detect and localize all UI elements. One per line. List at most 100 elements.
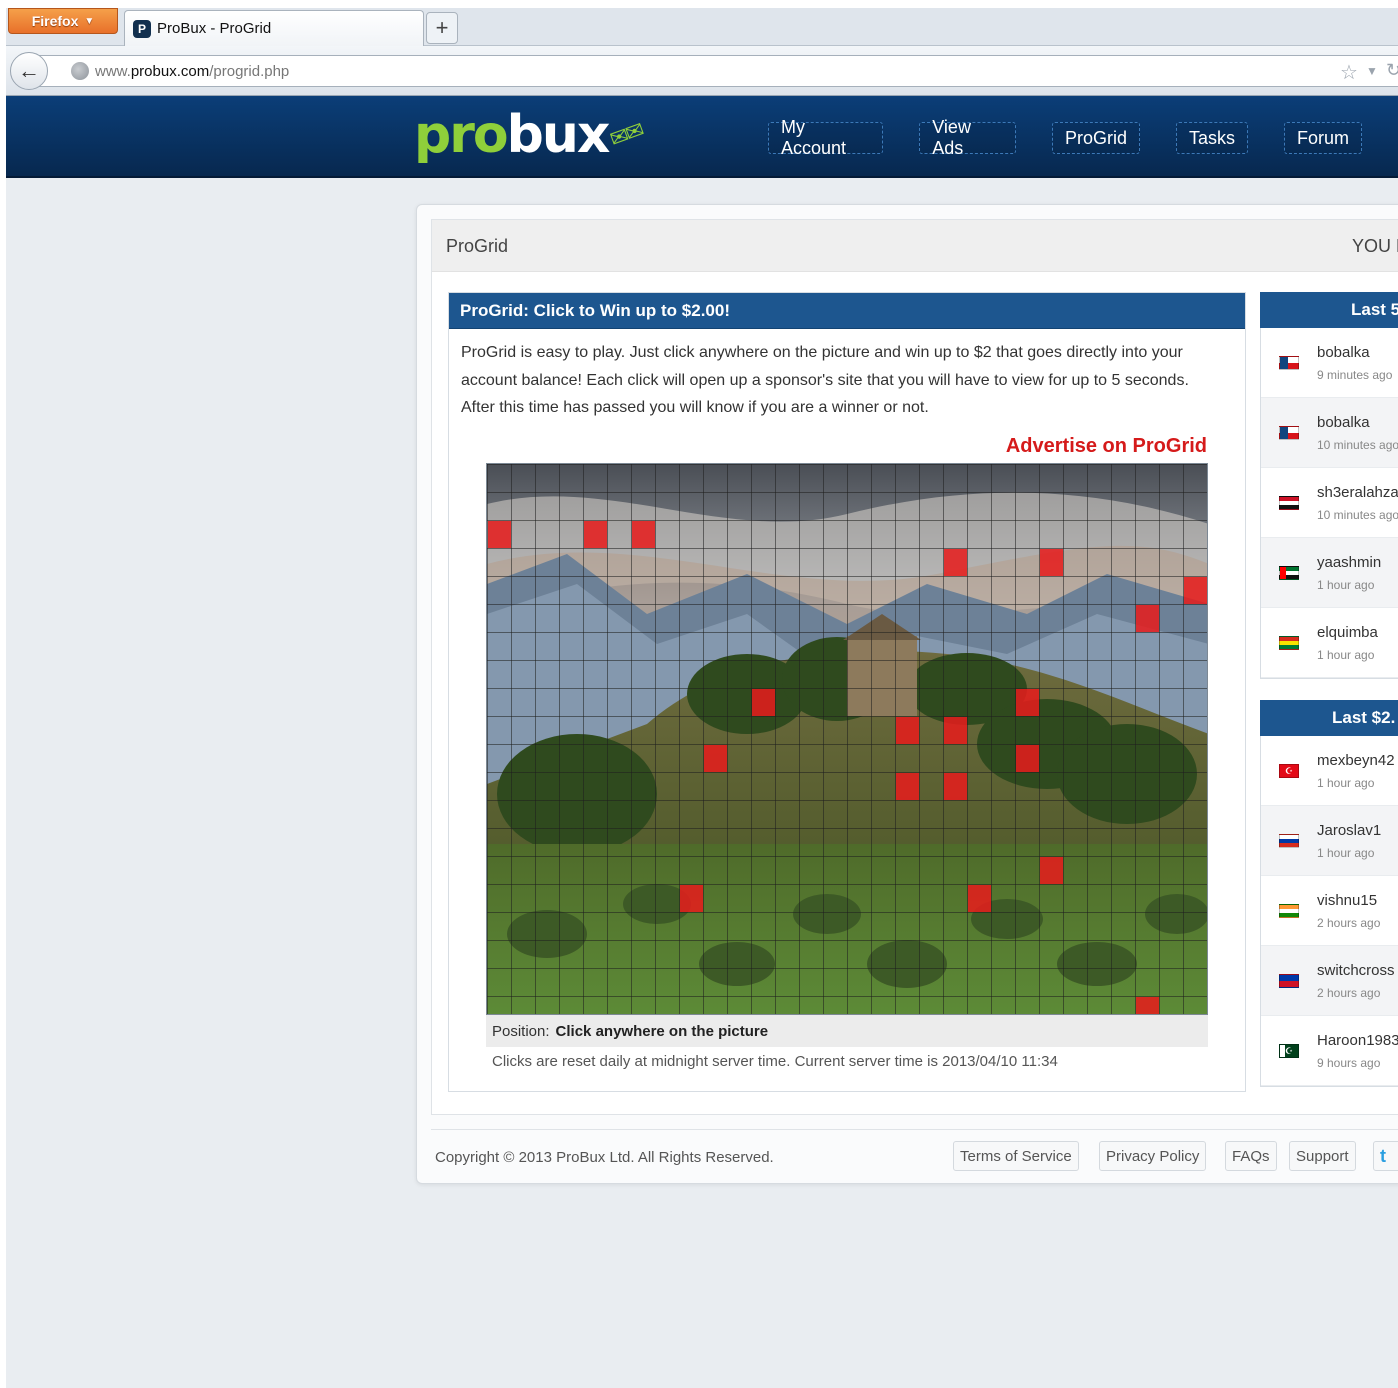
list-item: vishnu15 2 hours ago bbox=[1261, 876, 1398, 946]
bookmark-star-icon[interactable]: ☆ bbox=[1340, 60, 1358, 85]
clicked-grid-cell bbox=[680, 885, 703, 912]
winner-username[interactable]: vishnu15 bbox=[1317, 892, 1377, 909]
tab-bar: Firefox ▼ P ProBux - ProGrid + bbox=[6, 8, 1398, 46]
winner-username[interactable]: Jaroslav1 bbox=[1317, 822, 1381, 839]
globe-icon bbox=[71, 62, 89, 80]
flag-cz-icon bbox=[1279, 356, 1299, 370]
nav-forum[interactable]: Forum bbox=[1283, 122, 1362, 154]
clicked-grid-cell bbox=[896, 717, 919, 744]
twitter-icon[interactable]: t bbox=[1373, 1141, 1398, 1171]
page-title: ProGrid bbox=[446, 236, 509, 256]
new-tab-button[interactable]: + bbox=[426, 12, 458, 44]
flag-eg-icon bbox=[1279, 496, 1299, 510]
flag-bo-icon bbox=[1279, 636, 1299, 650]
list-item: bobalka 9 minutes ago bbox=[1261, 328, 1398, 398]
flag-ru-icon bbox=[1279, 834, 1299, 848]
winner-time: 9 minutes ago bbox=[1317, 368, 1393, 382]
firefox-menu-button[interactable]: Firefox ▼ bbox=[8, 8, 118, 34]
winner-username[interactable]: sh3eralahza bbox=[1317, 484, 1398, 501]
clicked-grid-cell bbox=[1136, 605, 1159, 632]
firefox-menu-label: Firefox bbox=[31, 13, 79, 29]
clicked-grid-cell bbox=[944, 717, 967, 744]
winners-sidebar: Last 5 bobalka 9 minutes ago bobalka 10 … bbox=[1260, 292, 1398, 1090]
last-2-winners-heading: Last $2. bbox=[1260, 700, 1398, 736]
winner-time: 2 hours ago bbox=[1317, 986, 1381, 1000]
flag-pk-icon: ☪ bbox=[1279, 1044, 1299, 1058]
last-winners-heading: Last 5 bbox=[1260, 292, 1398, 328]
main-nav: My Account View Ads ProGrid Tasks Forum bbox=[768, 117, 1398, 158]
tab-title: ProBux - ProGrid bbox=[157, 20, 272, 37]
clicks-reset-note: Clicks are reset daily at midnight serve… bbox=[492, 1053, 1058, 1070]
url-field[interactable]: www. probux.com/progrid.php bbox=[36, 55, 1398, 87]
winner-time: 1 hour ago bbox=[1317, 648, 1375, 662]
browser-window: Firefox ▼ P ProBux - ProGrid + www. probu… bbox=[6, 8, 1398, 1388]
flag-tr-icon: ☪ bbox=[1279, 764, 1299, 778]
back-button[interactable]: ← bbox=[10, 52, 48, 90]
flag-ae-icon bbox=[1279, 566, 1299, 580]
probux-logo[interactable]: pro bux ✉✉ bbox=[414, 104, 647, 166]
list-item: Jaroslav1 1 hour ago bbox=[1261, 806, 1398, 876]
clicked-grid-cell bbox=[1016, 745, 1039, 772]
advertise-on-progrid-link[interactable]: Advertise on ProGrid bbox=[449, 435, 1207, 458]
winner-time: 10 minutes ago bbox=[1317, 438, 1398, 452]
navigation-toolbar: www. probux.com/progrid.php ← ☆ ▼ ↻ bbox=[6, 46, 1398, 96]
winner-username[interactable]: switchcross bbox=[1317, 962, 1395, 979]
clicked-grid-cell bbox=[896, 773, 919, 800]
winner-time: 2 hours ago bbox=[1317, 916, 1381, 930]
support-link[interactable]: Support bbox=[1289, 1141, 1356, 1171]
flag-in-icon bbox=[1279, 904, 1299, 918]
terms-of-service-link[interactable]: Terms of Service bbox=[953, 1141, 1079, 1171]
flag-cz-icon bbox=[1279, 426, 1299, 440]
winner-time: 1 hour ago bbox=[1317, 578, 1375, 592]
footer-divider bbox=[431, 1129, 1398, 1130]
list-item: yaashmin 1 hour ago bbox=[1261, 538, 1398, 608]
url-history-dropdown-icon[interactable]: ▼ bbox=[1366, 64, 1378, 78]
nav-tasks[interactable]: Tasks bbox=[1175, 122, 1248, 154]
browser-tab[interactable]: P ProBux - ProGrid bbox=[124, 10, 424, 46]
money-bills-icon: ✉✉ bbox=[607, 117, 647, 153]
winner-time: 1 hour ago bbox=[1317, 846, 1375, 860]
winner-username[interactable]: bobalka bbox=[1317, 344, 1370, 361]
list-item: ☪ mexbeyn42 1 hour ago bbox=[1261, 736, 1398, 806]
copyright-text: Copyright © 2013 ProBux Ltd. All Rights … bbox=[435, 1149, 774, 1166]
faqs-link[interactable]: FAQs bbox=[1225, 1141, 1277, 1171]
nav-view-ads[interactable]: View Ads bbox=[919, 117, 1016, 158]
nav-my-account[interactable]: My Account bbox=[768, 117, 884, 158]
clicked-grid-cell bbox=[944, 773, 967, 800]
reload-icon[interactable]: ↻ bbox=[1386, 60, 1398, 81]
clicked-grid-cell bbox=[584, 521, 607, 548]
winner-username[interactable]: Haroon1983 bbox=[1317, 1032, 1398, 1049]
winner-username[interactable]: mexbeyn42 bbox=[1317, 752, 1395, 769]
nav-progrid[interactable]: ProGrid bbox=[1051, 122, 1140, 154]
last-2-winners-list: ☪ mexbeyn42 1 hour ago Jaroslav1 1 hour … bbox=[1260, 736, 1398, 1087]
site-header: pro bux ✉✉ My Account View Ads ProGrid Tas… bbox=[6, 96, 1398, 178]
clicked-grid-cell bbox=[1040, 857, 1063, 884]
progrid-description: ProGrid is easy to play. Just click anyw… bbox=[461, 339, 1241, 422]
last-winners-list: bobalka 9 minutes ago bobalka 10 minutes… bbox=[1260, 328, 1398, 679]
winner-username[interactable]: yaashmin bbox=[1317, 554, 1381, 571]
list-item: elquimba 1 hour ago bbox=[1261, 608, 1398, 678]
progrid-box: ProGrid: Click to Win up to $2.00! ProGr… bbox=[448, 292, 1246, 1092]
clicked-grid-cell bbox=[488, 521, 511, 548]
clicked-grid-cell bbox=[1016, 689, 1039, 716]
url-path: /progrid.php bbox=[209, 62, 290, 80]
page-title-right: YOU H bbox=[1352, 236, 1398, 256]
list-item: ☪ Haroon1983 9 hours ago bbox=[1261, 1016, 1398, 1086]
clicked-grid-cell bbox=[1136, 997, 1159, 1014]
position-value: Click anywhere on the picture bbox=[555, 1022, 769, 1040]
page-title-bar: ProGrid YOU H bbox=[432, 220, 1398, 272]
winner-username[interactable]: elquimba bbox=[1317, 624, 1378, 641]
progrid-picture-grid[interactable] bbox=[486, 463, 1208, 1015]
clicked-grid-cell bbox=[704, 745, 727, 772]
list-item: bobalka 10 minutes ago bbox=[1261, 398, 1398, 468]
list-item: switchcross 2 hours ago bbox=[1261, 946, 1398, 1016]
clicked-grid-cell bbox=[1040, 549, 1063, 576]
winner-time: 10 minutes ago bbox=[1317, 508, 1398, 522]
chevron-down-icon: ▼ bbox=[84, 15, 95, 27]
flag-ph-icon bbox=[1279, 974, 1299, 988]
probux-favicon-icon: P bbox=[133, 19, 151, 38]
url-host: probux.com bbox=[130, 62, 210, 80]
privacy-policy-link[interactable]: Privacy Policy bbox=[1099, 1141, 1207, 1171]
winner-username[interactable]: bobalka bbox=[1317, 414, 1370, 431]
clicked-grid-cell bbox=[632, 521, 655, 548]
